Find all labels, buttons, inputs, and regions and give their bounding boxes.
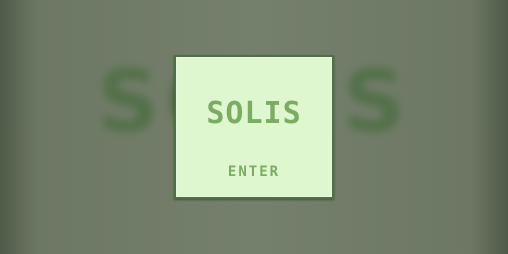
enter-button[interactable]: ENTER xyxy=(176,164,332,180)
game-screen: SOLIS SOLIS ENTER xyxy=(0,0,508,254)
title-panel: SOLIS ENTER xyxy=(174,55,334,199)
game-logo: SOLIS xyxy=(206,96,302,131)
